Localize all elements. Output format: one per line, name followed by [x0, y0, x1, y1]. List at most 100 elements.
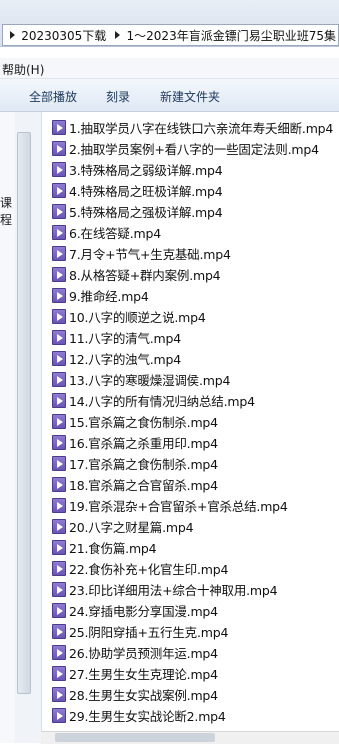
- file-item[interactable]: 10.八字的顺逆之说.mp4: [52, 306, 206, 326]
- file-name: 13.八字的寒暖燥湿调侯.mp4: [69, 372, 231, 388]
- file-item[interactable]: 24.穿插电影分享国漫.mp4: [52, 600, 218, 620]
- file-name: 24.穿插电影分享国漫.mp4: [69, 603, 218, 619]
- file-item[interactable]: 1.抽取学员八字在线铁口六亲流年寿夭细断.mp4: [52, 117, 333, 137]
- file-name: 8.从格答疑+群内案例.mp4: [69, 267, 221, 283]
- video-file-icon: [52, 476, 66, 492]
- video-file-icon: [52, 518, 66, 534]
- file-item[interactable]: 29.生男生女实战论断2.mp4: [52, 705, 226, 725]
- navigation-pane[interactable]: 课程: [0, 112, 16, 743]
- file-item[interactable]: 20.八字之财星篇.mp4: [52, 516, 194, 536]
- file-item[interactable]: 14.八字的所有情况归纳总结.mp4: [52, 390, 255, 410]
- video-file-icon: [52, 329, 66, 345]
- breadcrumb-item-download[interactable]: 20230305下载: [21, 27, 108, 44]
- video-file-icon: [52, 434, 66, 450]
- file-name: 16.官杀篇之杀重用印.mp4: [69, 435, 218, 451]
- file-item[interactable]: 2.抽取学员案例+看八字的一些固定法则.mp4: [52, 138, 319, 158]
- video-file-icon: [52, 665, 66, 681]
- file-item[interactable]: 17.官杀篇之食伤制杀.mp4: [52, 453, 218, 473]
- file-item[interactable]: 25.阴阳穿插+五行生克.mp4: [52, 621, 228, 641]
- file-item[interactable]: 16.官杀篇之杀重用印.mp4: [52, 432, 218, 452]
- file-item[interactable]: 11.八字的清气.mp4: [52, 327, 181, 347]
- file-name: 4.特殊格局之旺极详解.mp4: [69, 183, 223, 199]
- menu-help[interactable]: 帮助(H): [2, 61, 44, 78]
- file-item[interactable]: 21.食伤篇.mp4: [52, 537, 157, 557]
- video-file-icon: [52, 644, 66, 660]
- video-file-icon: [52, 455, 66, 471]
- nav-item-label[interactable]: 课程: [0, 194, 15, 228]
- video-file-icon: [52, 413, 66, 429]
- breadcrumb[interactable]: 20230305下载 1～2023年盲派金镖门易尘职业班75集: [2, 24, 339, 46]
- file-name: 5.特殊格局之强极详解.mp4: [69, 204, 223, 220]
- file-name: 6.在线答疑.mp4: [69, 225, 161, 241]
- file-item[interactable]: 5.特殊格局之强极详解.mp4: [52, 201, 223, 221]
- menu-bar: 帮助(H): [0, 58, 339, 79]
- file-item[interactable]: 7.月令+节气+生克基础.mp4: [52, 243, 231, 263]
- video-file-icon: [52, 245, 66, 261]
- horizontal-scrollbar[interactable]: [41, 731, 339, 744]
- video-file-icon: [52, 203, 66, 219]
- file-name: 2.抽取学员案例+看八字的一些固定法则.mp4: [69, 141, 319, 157]
- video-file-icon: [52, 371, 66, 387]
- breadcrumb-item-course[interactable]: 1～2023年盲派金镖门易尘职业班75集: [127, 27, 338, 44]
- video-file-icon: [52, 581, 66, 597]
- file-name: 18.官杀篇之合官留杀.mp4: [69, 477, 218, 493]
- file-item[interactable]: 9.推命经.mp4: [52, 285, 149, 305]
- video-file-icon: [52, 539, 66, 555]
- file-name: 25.阴阳穿插+五行生克.mp4: [69, 624, 229, 640]
- file-item[interactable]: 4.特殊格局之旺极详解.mp4: [52, 180, 223, 200]
- file-item[interactable]: 28.生男生女实战案例.mp4: [52, 684, 218, 704]
- file-item[interactable]: 23.印比详细用法+综合十神取用.mp4: [52, 579, 278, 599]
- file-name: 19.官杀混杂+合官留杀+官杀总结.mp4: [69, 498, 288, 514]
- file-item[interactable]: 12.八字的浊气.mp4: [52, 348, 181, 368]
- video-file-icon: [52, 287, 66, 303]
- video-file-icon: [52, 707, 66, 723]
- file-item[interactable]: 15.官杀篇之食伤制杀.mp4: [52, 411, 218, 431]
- file-item[interactable]: 6.在线答疑.mp4: [52, 222, 161, 242]
- file-name: 9.推命经.mp4: [69, 288, 149, 304]
- video-file-icon: [52, 266, 66, 282]
- file-name: 3.特殊格局之弱级详解.mp4: [69, 162, 223, 178]
- video-file-icon: [52, 161, 66, 177]
- file-name: 28.生男生女实战案例.mp4: [69, 687, 218, 703]
- video-file-icon: [52, 182, 66, 198]
- video-file-icon: [52, 392, 66, 408]
- play-all-button[interactable]: 全部播放: [29, 88, 77, 105]
- file-name: 7.月令+节气+生克基础.mp4: [69, 246, 231, 262]
- breadcrumb-arrow-icon[interactable]: [9, 30, 16, 40]
- file-name: 20.八字之财星篇.mp4: [69, 519, 194, 535]
- file-name: 23.印比详细用法+综合十神取用.mp4: [69, 582, 278, 598]
- breadcrumb-arrow-icon[interactable]: [114, 30, 121, 40]
- file-item[interactable]: 22.食伤补充+化官生印.mp4: [52, 558, 228, 578]
- new-folder-button[interactable]: 新建文件夹: [160, 88, 220, 105]
- video-file-icon: [52, 497, 66, 513]
- address-bar: 20230305下载 1～2023年盲派金镖门易尘职业班75集: [0, 0, 339, 47]
- file-item[interactable]: 19.官杀混杂+合官留杀+官杀总结.mp4: [52, 495, 288, 515]
- file-name: 26.协助学员预测年运.mp4: [69, 645, 218, 661]
- file-item[interactable]: 18.官杀篇之合官留杀.mp4: [52, 474, 218, 494]
- video-file-icon: [52, 140, 66, 156]
- file-name: 27.生男生女生克理论.mp4: [69, 666, 218, 682]
- file-item[interactable]: 26.协助学员预测年运.mp4: [52, 642, 218, 662]
- scrollbar-thumb[interactable]: [17, 132, 31, 694]
- file-item[interactable]: 27.生男生女生克理论.mp4: [52, 663, 218, 683]
- video-file-icon: [52, 350, 66, 366]
- burn-button[interactable]: 刻录: [106, 88, 130, 105]
- video-file-icon: [52, 308, 66, 324]
- file-name: 17.官杀篇之食伤制杀.mp4: [69, 456, 218, 472]
- video-file-icon: [52, 623, 66, 639]
- toolbar: 全部播放 刻录 新建文件夹: [0, 79, 339, 112]
- file-name: 14.八字的所有情况归纳总结.mp4: [69, 393, 255, 409]
- file-item[interactable]: 8.从格答疑+群内案例.mp4: [52, 264, 221, 284]
- file-name: 1.抽取学员八字在线铁口六亲流年寿夭细断.mp4: [69, 120, 334, 136]
- file-name: 10.八字的顺逆之说.mp4: [69, 309, 206, 325]
- file-item[interactable]: 13.八字的寒暖燥湿调侯.mp4: [52, 369, 230, 389]
- navigation-scrollbar[interactable]: [15, 112, 42, 743]
- video-file-icon: [52, 119, 66, 135]
- video-file-icon: [52, 560, 66, 576]
- file-item[interactable]: 3.特殊格局之弱级详解.mp4: [52, 159, 223, 179]
- file-name: 29.生男生女实战论断2.mp4: [69, 708, 226, 724]
- video-file-icon: [52, 224, 66, 240]
- file-name: 11.八字的清气.mp4: [69, 330, 182, 346]
- scrollbar-thumb[interactable]: [55, 733, 215, 742]
- video-file-icon: [52, 602, 66, 618]
